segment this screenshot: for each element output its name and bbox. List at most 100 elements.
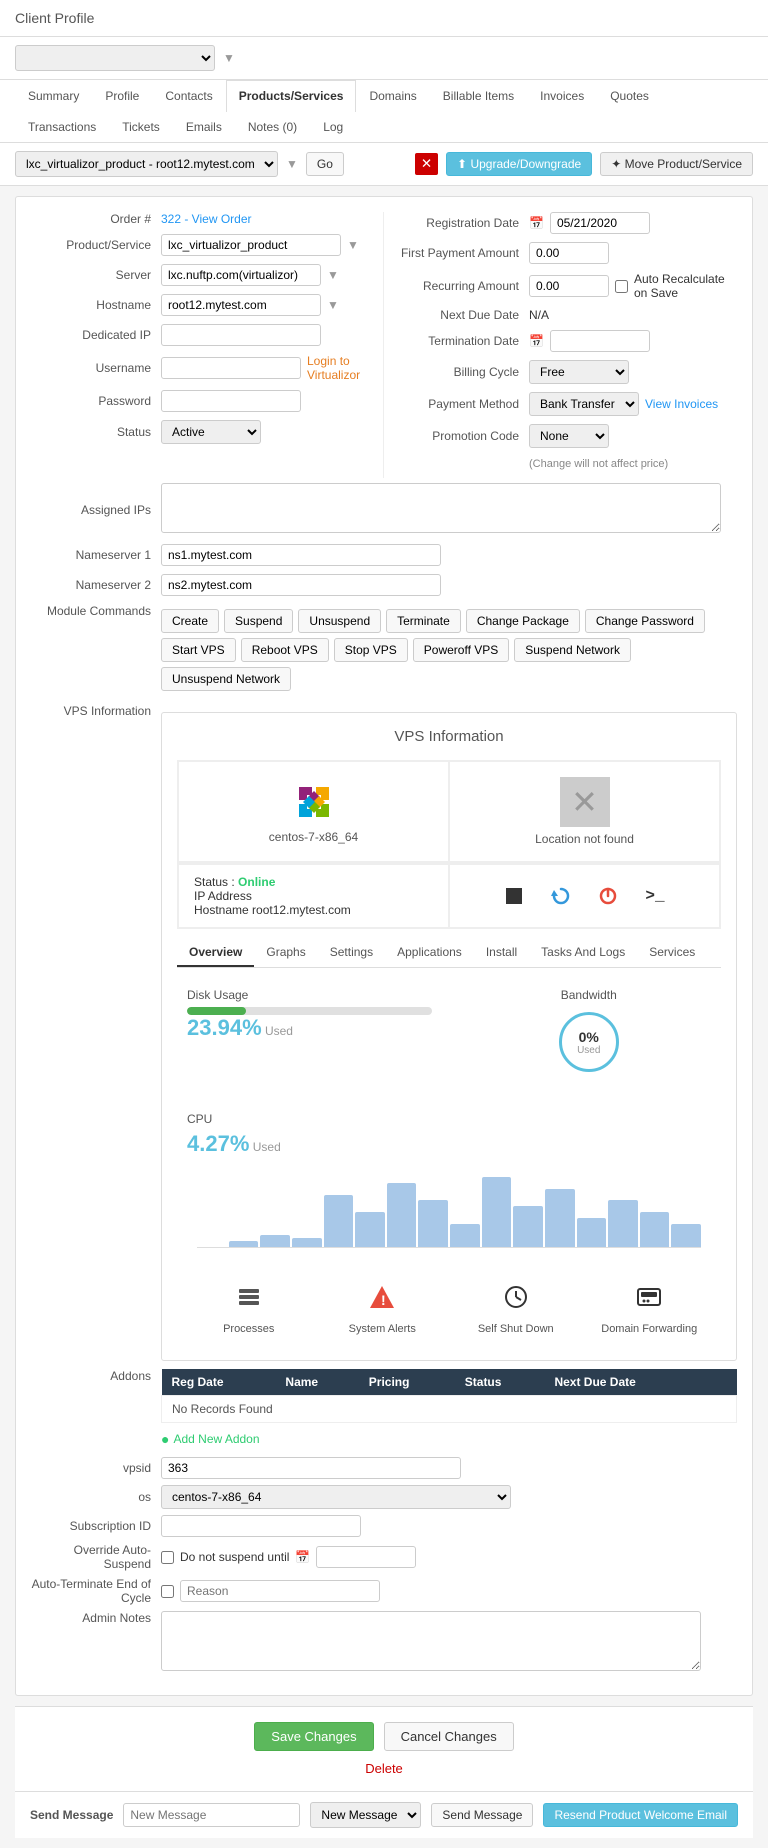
nav-tab-profile[interactable]: Profile <box>92 80 152 111</box>
first-payment-input[interactable] <box>529 242 609 264</box>
restart-vps-button[interactable] <box>545 880 577 912</box>
send-message-type-select[interactable]: New Message <box>310 1802 421 1828</box>
status-label-text: Status : <box>194 875 235 889</box>
subscription-input[interactable] <box>161 1515 361 1537</box>
server-dropdown-icon[interactable]: ▼ <box>327 268 339 282</box>
module-cmd-create[interactable]: Create <box>161 609 219 633</box>
domain-forwarding-label: Domain Forwarding <box>588 1323 712 1335</box>
power-vps-button[interactable] <box>592 880 624 912</box>
cpu-percent-text: 4.27% <box>187 1131 249 1156</box>
do-not-suspend-label: Do not suspend until <box>180 1550 289 1564</box>
nav-tab-transactions[interactable]: Transactions <box>15 111 109 142</box>
module-cmd-reboot-vps[interactable]: Reboot VPS <box>241 638 329 662</box>
add-addon-link[interactable]: ● Add New Addon <box>161 1431 737 1447</box>
delete-product-icon[interactable]: ✕ <box>415 153 438 175</box>
module-cmd-poweroff-vps[interactable]: Poweroff VPS <box>413 638 509 662</box>
termination-input[interactable] <box>550 330 650 352</box>
module-cmd-suspend-network[interactable]: Suspend Network <box>514 638 631 662</box>
vps-tab-tasks-and-logs[interactable]: Tasks And Logs <box>529 939 637 967</box>
status-select[interactable]: Active <box>161 420 261 444</box>
vps-tab-applications[interactable]: Applications <box>385 939 474 967</box>
module-cmd-unsuspend-network[interactable]: Unsuspend Network <box>161 667 291 691</box>
auto-terminate-checkbox[interactable] <box>161 1585 174 1598</box>
dedicated-ip-input[interactable] <box>161 324 321 346</box>
product-dropdown-icon[interactable]: ▼ <box>347 238 359 252</box>
processes-link[interactable]: Processes <box>187 1283 311 1335</box>
module-cmd-change-package[interactable]: Change Package <box>466 609 580 633</box>
nav-tab-billable[interactable]: Billable Items <box>430 80 527 111</box>
login-to-virtualizor-link[interactable]: Login to Virtualizor <box>307 354 383 382</box>
delete-button[interactable]: Delete <box>365 1761 403 1776</box>
nav-tab-summary[interactable]: Summary <box>15 80 92 111</box>
nav-tab-emails[interactable]: Emails <box>173 111 235 142</box>
auto-recalculate-checkbox[interactable] <box>615 280 628 293</box>
hostname-input[interactable] <box>161 294 321 316</box>
do-not-suspend-date[interactable] <box>316 1546 416 1568</box>
hostname-dropdown-icon[interactable]: ▼ <box>327 298 339 312</box>
cpu-bar-col <box>260 1235 290 1247</box>
nav-tab-domains[interactable]: Domains <box>356 80 429 111</box>
vps-top-grid: centos-7-x86_64 ✕ Location not found <box>177 760 721 863</box>
nav-tab-contacts[interactable]: Contacts <box>152 80 225 111</box>
col-name: Name <box>275 1369 358 1396</box>
module-cmd-suspend[interactable]: Suspend <box>224 609 293 633</box>
resend-welcome-button[interactable]: Resend Product Welcome Email <box>543 1803 738 1827</box>
send-message-button[interactable]: Send Message <box>431 1803 533 1827</box>
move-product-button[interactable]: ✦ Move Product/Service <box>600 152 753 176</box>
product-service-input[interactable] <box>161 234 341 256</box>
nav-tab-log[interactable]: Log <box>310 111 356 142</box>
server-input[interactable] <box>161 264 321 286</box>
nav-tab-notes[interactable]: Notes (0) <box>235 111 310 142</box>
os-select[interactable]: centos-7-x86_64 <box>161 1485 511 1509</box>
nav-tab-quotes[interactable]: Quotes <box>597 80 662 111</box>
payment-method-select[interactable]: Bank Transfer <box>529 392 639 416</box>
nav-tab-tickets[interactable]: Tickets <box>109 111 173 142</box>
disk-usage-value: 23.94% Used <box>187 1015 432 1041</box>
module-cmd-terminate[interactable]: Terminate <box>386 609 461 633</box>
recurring-input[interactable] <box>529 275 609 297</box>
vpsid-input[interactable] <box>161 1457 461 1479</box>
vps-tabs: OverviewGraphsSettingsApplicationsInstal… <box>177 939 721 968</box>
nav-tab-invoices[interactable]: Invoices <box>527 80 597 111</box>
admin-notes-textarea[interactable] <box>161 1611 701 1671</box>
domain-forwarding-link[interactable]: Domain Forwarding <box>588 1283 712 1335</box>
promotion-select[interactable]: None <box>529 424 609 448</box>
send-message-input[interactable] <box>123 1803 300 1827</box>
disk-percent-text: 23.94% <box>187 1015 262 1040</box>
vps-tab-services[interactable]: Services <box>637 939 707 967</box>
product-select[interactable]: lxc_virtualizor_product - root12.mytest.… <box>15 151 278 177</box>
billing-cycle-select[interactable]: Free <box>529 360 629 384</box>
module-cmd-change-password[interactable]: Change Password <box>585 609 705 633</box>
upgrade-downgrade-button[interactable]: ⬆ Upgrade/Downgrade <box>446 152 592 176</box>
client-select[interactable] <box>15 45 215 71</box>
view-order-link[interactable]: 322 - View Order <box>161 212 252 226</box>
system-alerts-link[interactable]: ! System Alerts <box>321 1283 445 1335</box>
promotion-row: Promotion Code None <box>399 424 737 448</box>
vps-tab-install[interactable]: Install <box>474 939 529 967</box>
password-input[interactable] <box>161 390 301 412</box>
assigned-ips-textarea[interactable] <box>161 483 721 533</box>
view-invoices-link[interactable]: View Invoices <box>645 397 718 411</box>
override-checkbox[interactable] <box>161 1551 174 1564</box>
module-cmd-start-vps[interactable]: Start VPS <box>161 638 236 662</box>
subscription-row: Subscription ID <box>31 1515 737 1537</box>
reg-date-input[interactable] <box>550 212 650 234</box>
nameserver2-input[interactable] <box>161 574 441 596</box>
stop-vps-button[interactable] <box>498 880 530 912</box>
console-vps-button[interactable]: >_ <box>639 880 671 912</box>
cancel-changes-button[interactable]: Cancel Changes <box>384 1722 514 1751</box>
save-changes-button[interactable]: Save Changes <box>254 1722 373 1751</box>
reason-input[interactable] <box>180 1580 380 1602</box>
nameserver1-input[interactable] <box>161 544 441 566</box>
module-cmd-stop-vps[interactable]: Stop VPS <box>334 638 408 662</box>
change-note-value: (Change will not affect price) <box>529 456 737 470</box>
vps-tab-settings[interactable]: Settings <box>318 939 385 967</box>
module-cmd-unsuspend[interactable]: Unsuspend <box>298 609 381 633</box>
self-shut-down-link[interactable]: Self Shut Down <box>454 1283 578 1335</box>
nav-tab-products[interactable]: Products/Services <box>226 80 357 112</box>
vps-tab-overview[interactable]: Overview <box>177 939 254 967</box>
username-input[interactable] <box>161 357 301 379</box>
vps-tab-graphs[interactable]: Graphs <box>254 939 317 967</box>
col-next-due: Next Due Date <box>544 1369 704 1396</box>
go-button[interactable]: Go <box>306 152 344 176</box>
